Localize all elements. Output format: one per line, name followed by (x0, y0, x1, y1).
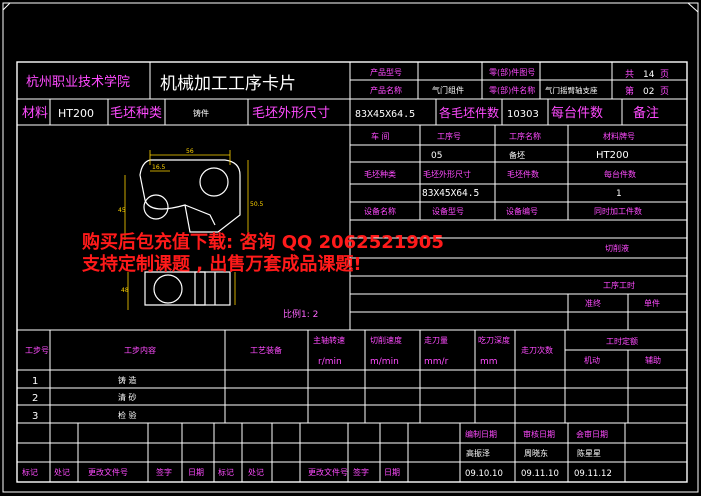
approve-date-label: 会审日期 (576, 429, 608, 439)
material-label: 材料 (22, 106, 48, 121)
date-label-1: 日期 (188, 468, 204, 477)
step-3-no: 3 (32, 411, 38, 422)
dim-56: 56 (186, 148, 194, 155)
date-label-2: 日期 (384, 468, 400, 477)
step-1-content: 铸 造 (118, 375, 137, 385)
dim-48: 48 (121, 287, 129, 294)
blank-count-value: 10303 (507, 109, 539, 120)
step-2-content: 清 砂 (118, 392, 137, 402)
product-model-label: 产品型号 (370, 67, 402, 77)
mark-label-2: 标记 (218, 467, 234, 477)
sign-label-1: 签字 (156, 467, 172, 477)
blank-type-label-2: 毛坯种类 (364, 169, 396, 179)
depth-unit: mm (480, 357, 498, 367)
approve-date: 09.11.12 (574, 469, 612, 479)
product-name-label: 产品名称 (370, 85, 402, 95)
passes-header: 走刀次数 (521, 345, 553, 355)
equip-name-label: 设备名称 (364, 206, 396, 216)
mark-label-1: 标记 (22, 467, 38, 477)
school-name: 杭州职业技术学院 (26, 74, 130, 90)
compiler-name: 高振泽 (466, 448, 490, 458)
aux-header: 辅助 (645, 355, 661, 365)
steps-grid (17, 329, 687, 482)
material-no-label: 材料牌号 (603, 131, 635, 141)
workshop-label: 车 间 (371, 131, 390, 141)
part-name-label: 零(部)件名称 (489, 85, 535, 95)
hole-right (199, 167, 229, 197)
unit-label: 单件 (644, 298, 660, 308)
process-name-label: 工序名称 (509, 131, 541, 141)
blank-count-label: 各毛坯件数 (439, 105, 499, 120)
blank-type-label: 毛坯种类 (110, 106, 162, 121)
process-name-value: 备坯 (509, 150, 525, 160)
feed-unit: mm/r (424, 357, 449, 367)
current-label: 第 (625, 85, 634, 97)
per-unit-value: 1 (616, 189, 622, 199)
hours-label: 工序工时 (603, 280, 635, 290)
watermark-line-2: 支持定制课题 , 出售万套成品课题! (81, 253, 362, 275)
blank-size-label-2: 毛坯外形尺寸 (423, 169, 471, 179)
blank-type-value: 铸件 (193, 108, 209, 118)
equip-model-label: 设备型号 (432, 206, 464, 216)
review-date-label: 审核日期 (523, 429, 555, 439)
process-no-label: 工序号 (437, 131, 461, 141)
material-no-value: HT200 (596, 150, 629, 161)
scale-label: 比例1: 2 (283, 308, 318, 320)
card-title: 机械加工工序卡片 (160, 74, 296, 94)
part-drawing-label: 零(部)件图号 (489, 67, 535, 77)
equipment-header: 工艺装备 (250, 345, 282, 355)
process-no-value: 05 (431, 151, 442, 161)
approver-name: 陈星星 (577, 448, 601, 458)
cut-speed-unit: m/min (370, 357, 399, 367)
feed-header: 走刀量 (424, 336, 448, 345)
watermark-line-1: 购买后包充值下载: 咨询 QQ 2062521905 (82, 231, 444, 253)
step-no-header: 工步号 (25, 346, 49, 355)
blank-size-value-2: 83X45X64.5 (422, 188, 479, 199)
per-unit-label-2: 每台件数 (604, 169, 636, 179)
step-3-content: 检 验 (118, 410, 137, 420)
dim-50-5: 50.5 (250, 201, 264, 208)
total-pages: 14 (643, 70, 655, 80)
product-name-value: 气门组件 (432, 85, 464, 95)
change-doc-label-1: 更改文件号 (88, 467, 128, 477)
depth-header: 吃刀深度 (478, 335, 510, 345)
dim-16-5: 16.5 (152, 164, 166, 171)
sign-label-2: 签字 (353, 467, 369, 477)
reviewer-name: 周晓东 (524, 448, 548, 458)
dim-45: 45 (118, 207, 126, 214)
blank-size-label: 毛坯外形尺寸 (252, 106, 330, 121)
machine-header: 机动 (584, 355, 600, 365)
spindle-unit: r/min (318, 357, 342, 367)
remark-label: 备注 (633, 105, 659, 121)
blank-count-label-2: 毛坯件数 (507, 169, 539, 179)
step-content-header: 工步内容 (124, 345, 156, 355)
equip-no-label: 设备编号 (506, 206, 538, 216)
current-page: 02 (643, 87, 654, 97)
cut-speed-header: 切削速度 (370, 335, 402, 345)
change-doc-label-2: 更改文件号 (308, 467, 348, 477)
review-date: 09.11.10 (521, 469, 559, 479)
standard-label: 准终 (585, 298, 601, 308)
part-name-value: 气门摇臂轴支座 (545, 85, 598, 95)
total-label: 共 (625, 69, 634, 80)
material-value: HT200 (58, 107, 94, 120)
concurrent-label: 同时加工件数 (594, 206, 642, 216)
step-1-no: 1 (32, 376, 38, 387)
place-label-1: 处记 (54, 467, 70, 477)
place-label-2: 处记 (248, 467, 264, 477)
time-quota-header: 工时定额 (606, 336, 638, 346)
page-unit-1: 页 (660, 69, 669, 80)
blank-size-value: 83X45X64.5 (355, 109, 415, 120)
spindle-header: 主轴转速 (313, 335, 345, 345)
step-2-no: 2 (32, 393, 38, 404)
hole-left (143, 194, 169, 220)
per-unit-label: 每台件数 (551, 105, 603, 121)
compile-date: 09.10.10 (465, 469, 503, 479)
compile-date-label: 编制日期 (465, 429, 497, 439)
coolant-label: 切削液 (605, 243, 629, 253)
process-card-drawing: 56 16.5 45 50.5 48 比例1: 2 杭州职业技术学院 机械加工工… (2, 2, 699, 493)
page-unit-2: 页 (660, 86, 669, 97)
